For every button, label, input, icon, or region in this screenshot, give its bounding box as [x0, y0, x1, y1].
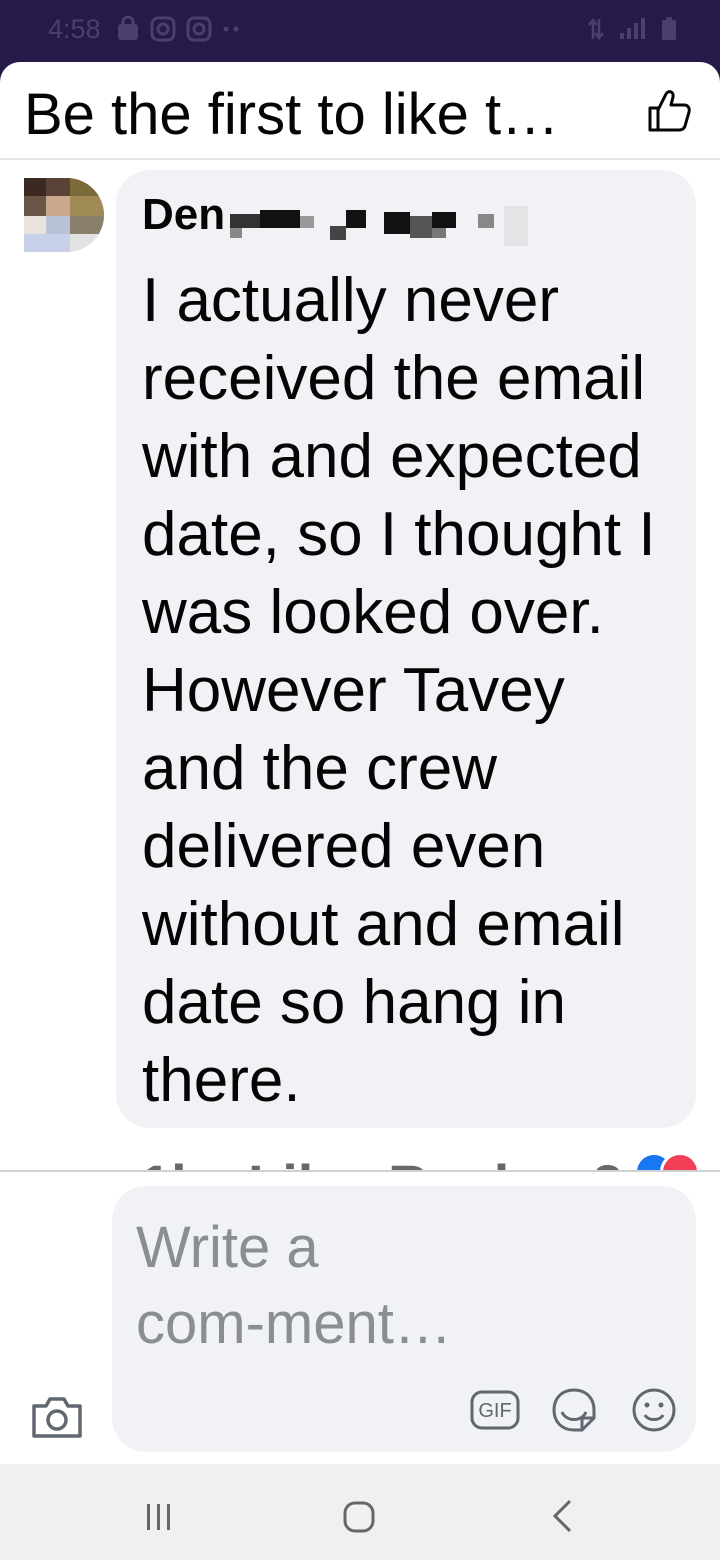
- emoji-icon[interactable]: [630, 1386, 678, 1434]
- more-dots-icon: [223, 26, 239, 32]
- bag-icon: [118, 16, 138, 40]
- comment-author[interactable]: Den: [142, 190, 528, 246]
- sheet-header: Be the first to like t…: [0, 62, 720, 160]
- page-title: Be the first to like t…: [24, 82, 560, 147]
- home-icon[interactable]: [342, 1500, 376, 1534]
- sticker-icon[interactable]: [550, 1386, 598, 1434]
- status-time: 4:58: [48, 14, 101, 44]
- comment-text: I actually never received the email with…: [142, 266, 656, 1115]
- comment-input[interactable]: Write a com-ment… GIF: [112, 1186, 696, 1452]
- system-nav-bar: [0, 1464, 720, 1560]
- status-bar: 4:58: [0, 0, 720, 62]
- camera-icon[interactable]: [30, 1394, 84, 1440]
- like-thumb-icon[interactable]: [644, 86, 694, 136]
- comments-sheet: Be the first to like t… Den I actually n…: [0, 62, 720, 1560]
- avatar[interactable]: [24, 178, 104, 252]
- back-icon[interactable]: [550, 1498, 574, 1534]
- gif-icon[interactable]: GIF: [470, 1390, 520, 1430]
- battery-icon: [662, 17, 676, 40]
- comment-input-placeholder: Write a com-ment…: [136, 1215, 452, 1356]
- recent-apps-icon[interactable]: [144, 1502, 174, 1532]
- instagram-icon: [150, 16, 176, 42]
- status-notification-icons: [116, 16, 242, 42]
- comment-bubble: Den I actually never received the email …: [116, 170, 696, 1128]
- status-system-icons: [588, 16, 678, 42]
- instagram-icon-2: [186, 16, 212, 42]
- gif-label: GIF: [478, 1400, 511, 1422]
- author-name: Den: [142, 190, 226, 239]
- data-transfer-icon: [588, 17, 604, 41]
- signal-icon: [620, 18, 645, 39]
- redacted-name-mosaic: [230, 206, 528, 246]
